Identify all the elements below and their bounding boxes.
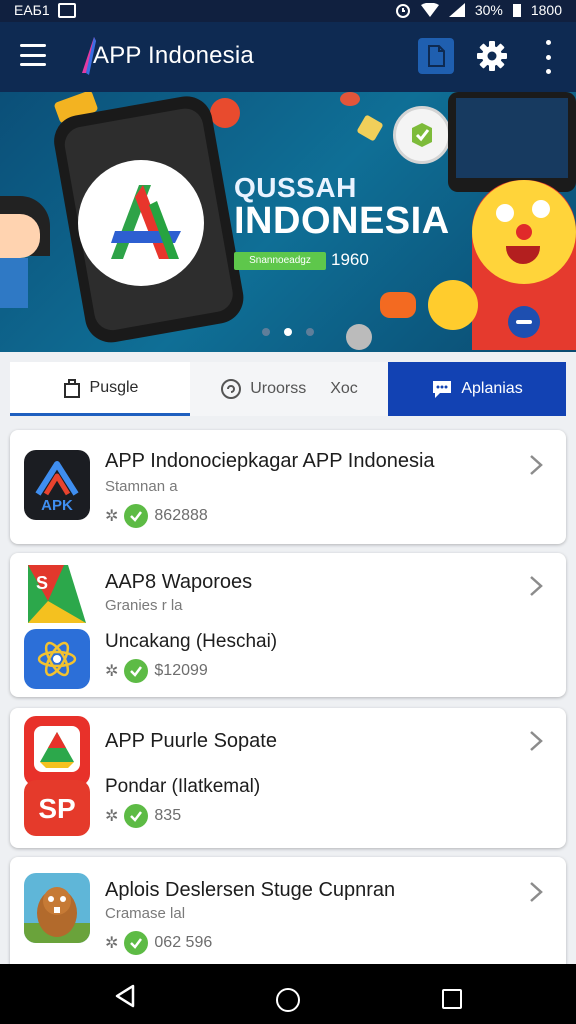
chevron-right-icon[interactable] xyxy=(528,454,544,476)
carousel-indicator xyxy=(262,328,314,336)
gear-decoration xyxy=(346,324,372,350)
app-secondary-title: Pondar (Ilatkemal) xyxy=(105,776,261,797)
sp-icon-text: SP xyxy=(38,793,75,824)
banner-headline-2: INDONESIA xyxy=(234,200,450,242)
home-icon[interactable] xyxy=(276,988,300,1012)
app-title: APP Indonociepkagar APP Indonesia xyxy=(105,450,435,472)
badge-icon xyxy=(393,106,451,164)
app-title: APP Puurle Sopate xyxy=(105,730,277,752)
app-stat-value: $12099 xyxy=(154,662,208,679)
system-nav-bar xyxy=(0,964,576,1024)
verified-check-icon xyxy=(124,931,149,955)
app-card[interactable]: APP Puurle Sopate SP Pondar (Ilatkemal) … xyxy=(10,708,566,848)
carousel-dot[interactable] xyxy=(262,328,270,336)
s-icon-text: S xyxy=(36,573,48,593)
character-face xyxy=(0,214,40,258)
verified-check-icon xyxy=(124,504,149,528)
cube-decoration xyxy=(356,114,384,142)
mascot-eye-left xyxy=(496,204,514,222)
clock-text: 1800 xyxy=(530,2,562,18)
tab-extra-label: Xoc xyxy=(330,380,358,397)
menu-button[interactable] xyxy=(20,44,46,66)
app-meta: ✲ $12099 xyxy=(105,659,208,683)
tab-label: Aplanias xyxy=(461,380,523,397)
tablet-illustration xyxy=(448,92,576,192)
gear-icon xyxy=(477,41,507,71)
document-button[interactable] xyxy=(418,38,454,74)
chat-icon xyxy=(433,381,452,398)
app-subtitle: Cramase lal xyxy=(105,905,186,922)
drive-app-icon xyxy=(24,716,90,786)
apk-logo-icon xyxy=(78,160,204,286)
status-bar: EAБ1 30% 1800 xyxy=(0,0,576,22)
chevron-right-icon[interactable] xyxy=(528,881,544,903)
emoji-face-icon xyxy=(428,280,478,330)
carousel-dot-active[interactable] xyxy=(284,328,292,336)
category-tabs: Pusgle Uroorss Xoc Aplanias xyxy=(10,362,566,416)
wifi-icon xyxy=(420,3,439,17)
ball-decoration-small xyxy=(340,92,360,106)
cluster-icon: ✲ xyxy=(105,663,119,680)
cluster-icon: ✲ xyxy=(105,808,119,825)
app-meta: ✲ 862888 xyxy=(105,504,208,528)
bag-icon xyxy=(63,378,80,398)
carousel-dot[interactable] xyxy=(306,328,314,336)
apk-app-icon: APK xyxy=(24,450,90,520)
app-secondary-title: Uncakang (Heschai) xyxy=(105,631,278,652)
app-title: AAP8 Waporoes xyxy=(105,571,253,593)
settings-button[interactable] xyxy=(474,38,510,74)
notification-icon xyxy=(57,2,76,18)
document-icon xyxy=(428,45,445,67)
banner-year: 1960 xyxy=(331,250,369,269)
minus-icon[interactable] xyxy=(508,306,540,338)
cluster-icon: ✲ xyxy=(105,508,119,525)
app-title: APP Indonesia xyxy=(93,42,254,69)
tab-uroorss[interactable]: Uroorss Xoc xyxy=(190,362,388,416)
chevron-right-icon[interactable] xyxy=(528,575,544,597)
app-card[interactable]: S AAP8 Waporoes Granies r la Uncakang (H… xyxy=(10,553,566,697)
battery-text: 30% xyxy=(474,2,503,18)
app-stat-value: 062 596 xyxy=(154,934,213,951)
app-stat-value: 835 xyxy=(154,807,182,824)
beaver-app-icon xyxy=(24,873,90,943)
alarm-icon xyxy=(395,4,410,18)
app-card[interactable]: APK APP Indonociepkagar APP Indonesia St… xyxy=(10,430,566,544)
cluster-icon: ✲ xyxy=(105,935,119,952)
back-icon[interactable] xyxy=(114,984,136,1008)
status-left-text: EAБ1 xyxy=(14,2,50,18)
apk-icon-text: APK xyxy=(41,497,73,514)
s-app-icon: S xyxy=(24,561,90,631)
app-subtitle: Granies r la xyxy=(105,597,183,614)
app-bar: APP Indonesia xyxy=(0,22,576,92)
app-subtitle: Stamnan a xyxy=(105,478,178,495)
mascot-eye-right xyxy=(532,200,550,218)
ball-decoration xyxy=(210,98,240,128)
battery-icon xyxy=(512,4,521,17)
more-options-button[interactable] xyxy=(536,40,560,74)
app-meta: ✲ 062 596 xyxy=(105,931,212,955)
banner-chip: Snannoeadgz xyxy=(234,252,326,270)
recent-apps-icon[interactable] xyxy=(442,989,462,1009)
signal-icon xyxy=(448,3,465,17)
refresh-icon xyxy=(221,379,242,399)
tab-label: Uroorss xyxy=(250,380,307,397)
chevron-right-icon[interactable] xyxy=(528,730,544,752)
app-meta: ✲ 835 xyxy=(105,804,181,828)
hand-decoration xyxy=(380,292,416,318)
app-stat-value: 862888 xyxy=(154,507,208,524)
app-card[interactable]: Aplois Deslersen Stuge Cupnran Cramase l… xyxy=(10,857,566,977)
character-body xyxy=(0,258,28,308)
tab-pusgle[interactable]: Pusgle xyxy=(10,362,190,416)
atom-app-icon xyxy=(24,629,90,689)
app-title: Aplois Deslersen Stuge Cupnran xyxy=(105,879,396,901)
verified-check-icon xyxy=(124,659,149,683)
sp-app-icon: SP xyxy=(24,780,90,836)
tab-aplanias[interactable]: Aplanias xyxy=(388,362,566,416)
tab-label: Pusgle xyxy=(89,378,139,396)
mascot-nose xyxy=(516,224,532,240)
verified-check-icon xyxy=(124,804,149,828)
